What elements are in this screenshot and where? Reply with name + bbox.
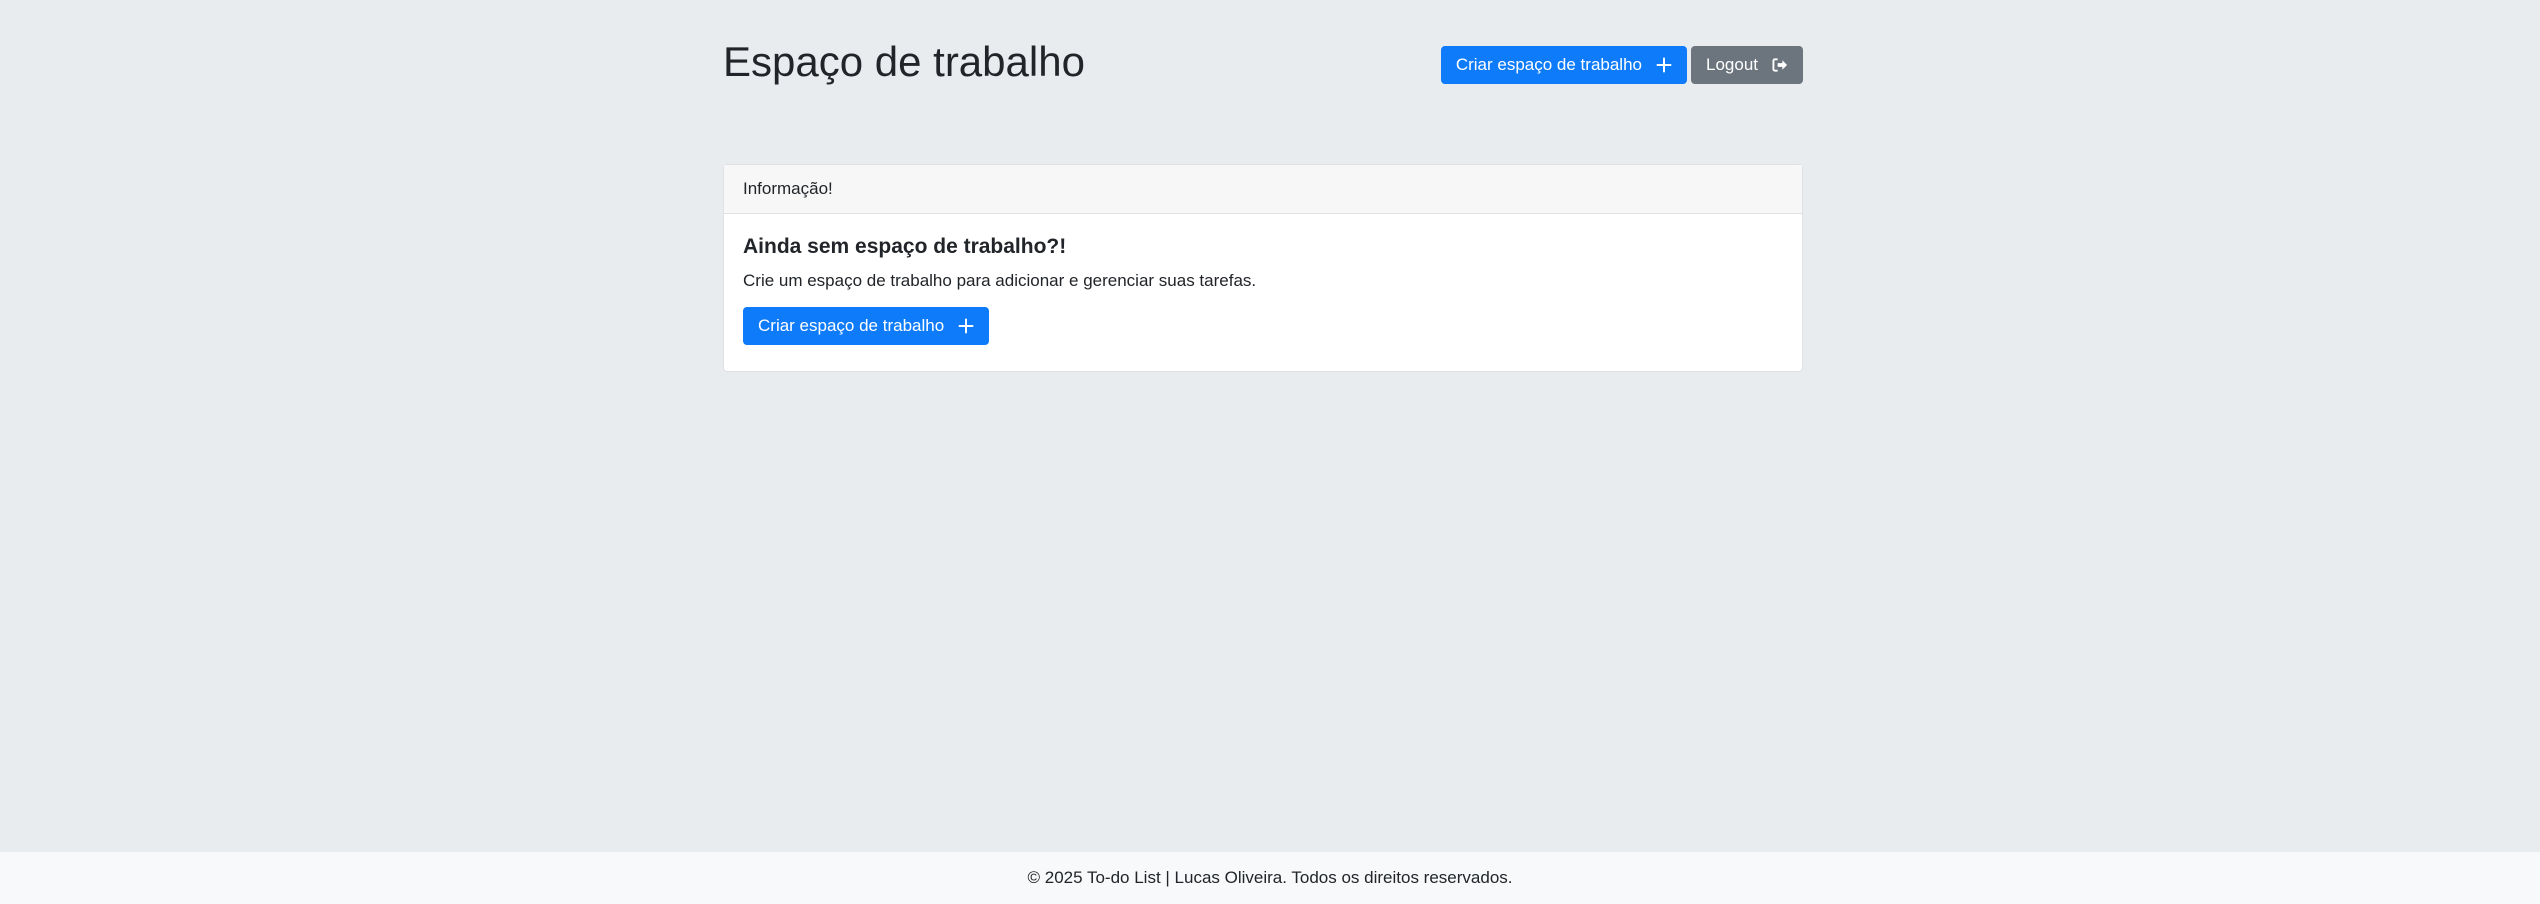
card-create-workspace-button[interactable]: Criar espaço de trabalho [743, 307, 990, 345]
card-body: Ainda sem espaço de trabalho?! Crie um e… [724, 214, 1802, 371]
plus-icon [1656, 57, 1672, 73]
create-workspace-button[interactable]: Criar espaço de trabalho [1440, 46, 1687, 84]
page-title: Espaço de trabalho [723, 38, 1085, 85]
card-text: Crie um espaço de trabalho para adiciona… [743, 271, 1257, 290]
plus-icon [958, 318, 974, 334]
page: Espaço de trabalho Criar espaço de traba… [0, 0, 2540, 904]
create-workspace-button-label: Criar espaço de trabalho [1455, 55, 1642, 74]
footer-text: © 2025 To-do List | Lucas Oliveira. Todo… [1027, 868, 1513, 887]
card-create-workspace-button-label: Criar espaço de trabalho [758, 316, 945, 335]
logout-button-label: Logout [1706, 55, 1758, 74]
info-card: Informação! Ainda sem espaço de trabalho… [723, 164, 1803, 372]
header-actions: Criar espaço de trabalho Logout [1440, 46, 1803, 84]
card-title: Ainda sem espaço de trabalho?! [743, 235, 1067, 258]
main-container: Espaço de trabalho Criar espaço de traba… [723, 0, 1803, 372]
card-header: Informação! [724, 165, 1802, 214]
header: Espaço de trabalho Criar espaço de traba… [723, 0, 1803, 164]
logout-button[interactable]: Logout [1691, 46, 1803, 84]
footer: © 2025 To-do List | Lucas Oliveira. Todo… [0, 852, 2540, 904]
sign-out-icon [1772, 57, 1788, 73]
